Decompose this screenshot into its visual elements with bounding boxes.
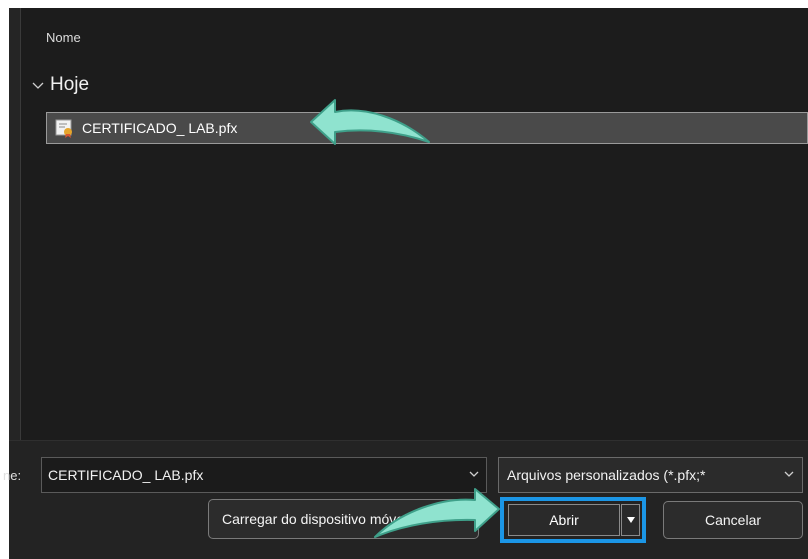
file-type-filter[interactable]: Arquivos personalizados (*.pfx;* [498,457,803,493]
open-options-dropdown[interactable] [621,504,640,536]
annotation-arrow-file [310,99,430,145]
file-name-label: ne: [3,468,22,483]
navigation-pane-edge [9,8,21,440]
file-type-filter-value: Arquivos personalizados (*.pfx;* [507,467,706,483]
file-name-value: CERTIFICADO_ LAB.pfx [48,467,204,483]
chevron-down-icon [32,82,44,89]
file-name: CERTIFICADO_ LAB.pfx [82,120,238,136]
annotation-arrow-open [374,488,500,538]
chevron-down-icon[interactable] [468,468,480,480]
group-label: Hoje [50,74,90,95]
open-button[interactable]: Abrir [508,504,620,536]
certificate-file-icon [55,119,72,138]
cancel-button[interactable]: Cancelar [663,501,803,539]
dialog-footer: ne: CERTIFICADO_ LAB.pfx Arquivos person… [3,440,808,559]
column-header-name[interactable]: Nome [46,30,81,45]
dropdown-arrow-icon [626,517,635,523]
file-open-dialog: Nome Hoje CERTIFICADO_ LAB.pfx ne: CERTI… [3,8,808,559]
group-header-today[interactable]: Hoje [31,74,89,96]
chevron-down-icon [784,471,794,477]
